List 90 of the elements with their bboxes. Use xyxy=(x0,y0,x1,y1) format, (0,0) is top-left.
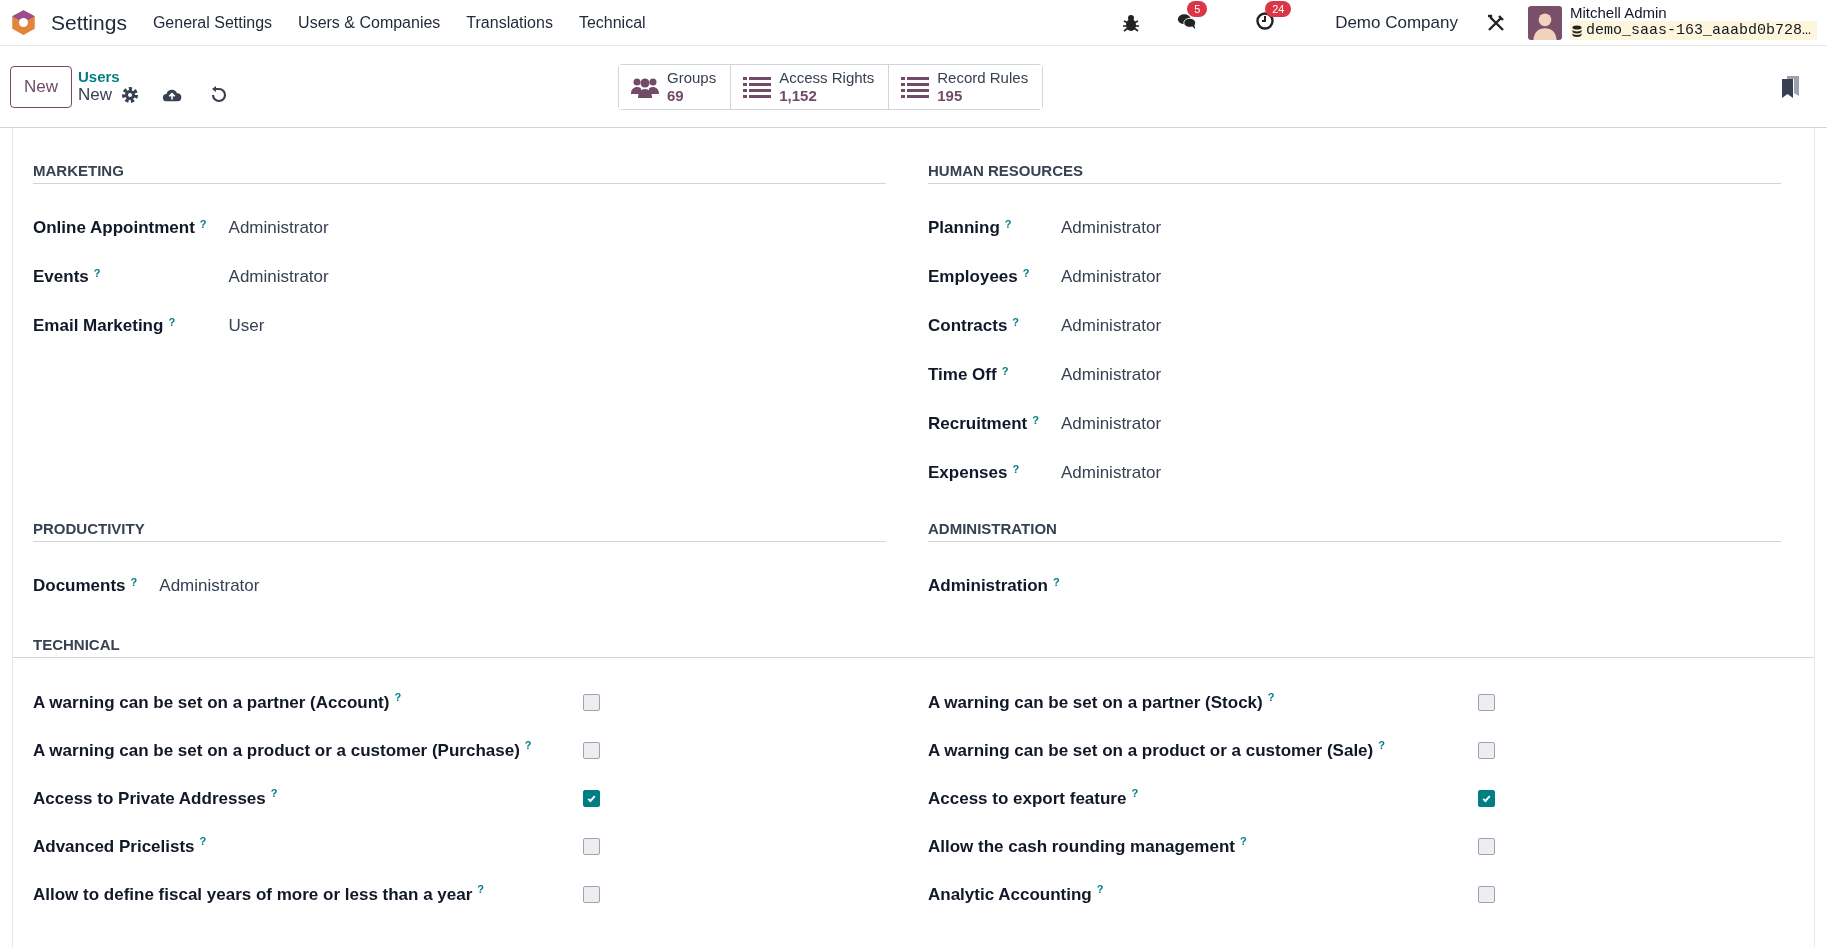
section-title: ADMINISTRATION xyxy=(928,520,1781,542)
field-value[interactable]: Administrator xyxy=(1060,312,1781,361)
field-label: Allow the cash rounding management xyxy=(928,836,1235,856)
field-label: Contracts xyxy=(928,316,1008,336)
database-icon xyxy=(1571,24,1582,37)
help-tooltip[interactable]: ? xyxy=(1004,218,1012,230)
app-logo-icon[interactable] xyxy=(10,9,37,36)
checkbox[interactable] xyxy=(583,789,600,807)
section-title: PRODUCTIVITY xyxy=(33,520,886,542)
user-name[interactable]: Mitchell Admin xyxy=(1569,5,1817,21)
help-tooltip[interactable]: ? xyxy=(270,787,278,800)
smart-button[interactable]: Groups 69 xyxy=(619,64,732,109)
checkbox[interactable] xyxy=(583,885,600,903)
field-value[interactable]: Administrator xyxy=(1060,410,1781,459)
tools-icon[interactable] xyxy=(1485,12,1506,33)
field-value[interactable]: Administrator xyxy=(1060,361,1781,410)
bug-icon[interactable] xyxy=(1121,12,1142,33)
checkbox[interactable] xyxy=(583,693,600,711)
field-label: Online Appointment xyxy=(33,218,195,238)
field-label: Planning xyxy=(928,218,1000,238)
help-tooltip[interactable]: ? xyxy=(1012,463,1020,475)
bookmark-icon[interactable] xyxy=(1781,75,1799,98)
help-tooltip[interactable]: ? xyxy=(130,576,138,588)
help-tooltip[interactable]: ? xyxy=(168,316,176,328)
field-label: A warning can be set on a partner (Account) xyxy=(33,692,390,712)
help-tooltip[interactable]: ? xyxy=(199,835,207,848)
checkbox[interactable] xyxy=(583,837,600,855)
help-tooltip[interactable]: ? xyxy=(1096,883,1104,896)
field-label: Documents xyxy=(33,576,126,596)
help-tooltip[interactable]: ? xyxy=(477,883,485,896)
field-label: Recruitment xyxy=(928,414,1028,434)
section-title: MARKETING xyxy=(33,162,886,184)
breadcrumb-link[interactable]: Users xyxy=(78,68,618,85)
field-label: Events xyxy=(33,267,89,287)
field-label: Administration xyxy=(928,576,1048,596)
list-icon xyxy=(901,75,930,98)
company-switcher[interactable]: Demo Company xyxy=(1335,12,1458,33)
checkbox[interactable] xyxy=(583,741,600,759)
help-tooltip[interactable]: ? xyxy=(524,739,532,752)
app-name[interactable]: Settings xyxy=(51,10,127,35)
field-label: Time Off xyxy=(928,365,997,385)
avatar-icon[interactable] xyxy=(1527,5,1562,40)
field-value[interactable]: User xyxy=(228,312,886,361)
menu-item[interactable]: Translations xyxy=(466,13,553,32)
help-tooltip[interactable]: ? xyxy=(199,218,207,230)
help-tooltip[interactable]: ? xyxy=(1022,267,1030,279)
help-tooltip[interactable]: ? xyxy=(1240,835,1247,848)
help-tooltip[interactable]: ? xyxy=(1131,787,1139,800)
field-label: Allow to define fiscal years of more or less than a year xyxy=(33,884,473,904)
notification-badge: 5 xyxy=(1187,0,1208,17)
field-label: Email Marketing xyxy=(33,316,164,336)
database-name: demo_saas-163_aaabd0b728… xyxy=(1585,22,1811,39)
field-value[interactable]: Administrator xyxy=(1060,263,1781,312)
help-tooltip[interactable]: ? xyxy=(1032,414,1039,426)
list-icon xyxy=(743,75,772,98)
field-label: Employees xyxy=(928,267,1018,287)
breadcrumb-current: New xyxy=(78,85,113,105)
section-title: HUMAN RESOURCES xyxy=(928,162,1781,184)
field-label: A warning can be set on a product or a customer (Purchase) xyxy=(33,740,520,760)
help-tooltip[interactable]: ? xyxy=(1052,576,1060,588)
field-value[interactable]: Administrator xyxy=(1060,459,1781,508)
notification-badge: 24 xyxy=(1265,0,1292,17)
help-tooltip[interactable]: ? xyxy=(1267,691,1275,704)
field-value[interactable]: Administrator xyxy=(1060,214,1781,263)
field-label: A warning can be set on a product or a customer (Sale) xyxy=(928,740,1374,760)
help-tooltip[interactable]: ? xyxy=(1012,316,1020,328)
field-label: Expenses xyxy=(928,463,1008,483)
checkbox[interactable] xyxy=(1478,885,1495,903)
checkbox[interactable] xyxy=(1478,693,1495,711)
field-label: Access to Private Addresses xyxy=(33,788,266,808)
help-tooltip[interactable]: ? xyxy=(1001,365,1009,377)
checkbox[interactable] xyxy=(1478,837,1495,855)
field-label: Access to export feature xyxy=(928,788,1127,808)
field-value[interactable]: Administrator xyxy=(228,263,886,312)
settings-icon[interactable] xyxy=(120,85,141,105)
new-button[interactable]: New xyxy=(10,65,72,108)
field-label: Advanced Pricelists xyxy=(33,836,195,856)
help-tooltip[interactable]: ? xyxy=(1378,739,1385,752)
field-label: Analytic Accounting xyxy=(928,884,1092,904)
checkbox[interactable] xyxy=(1478,741,1495,759)
menu-item[interactable]: Users & Companies xyxy=(298,13,441,32)
field-label: A warning can be set on a partner (Stock) xyxy=(928,692,1263,712)
section-title: TECHNICAL xyxy=(13,636,1814,658)
menu-item[interactable]: General Settings xyxy=(152,13,273,32)
menu-item[interactable]: Technical xyxy=(578,13,646,32)
help-tooltip[interactable]: ? xyxy=(93,267,101,279)
field-value[interactable]: Administrator xyxy=(228,214,886,263)
help-tooltip[interactable]: ? xyxy=(394,691,402,704)
field-value[interactable]: Administrator xyxy=(159,572,886,621)
checkbox[interactable] xyxy=(1478,789,1495,807)
